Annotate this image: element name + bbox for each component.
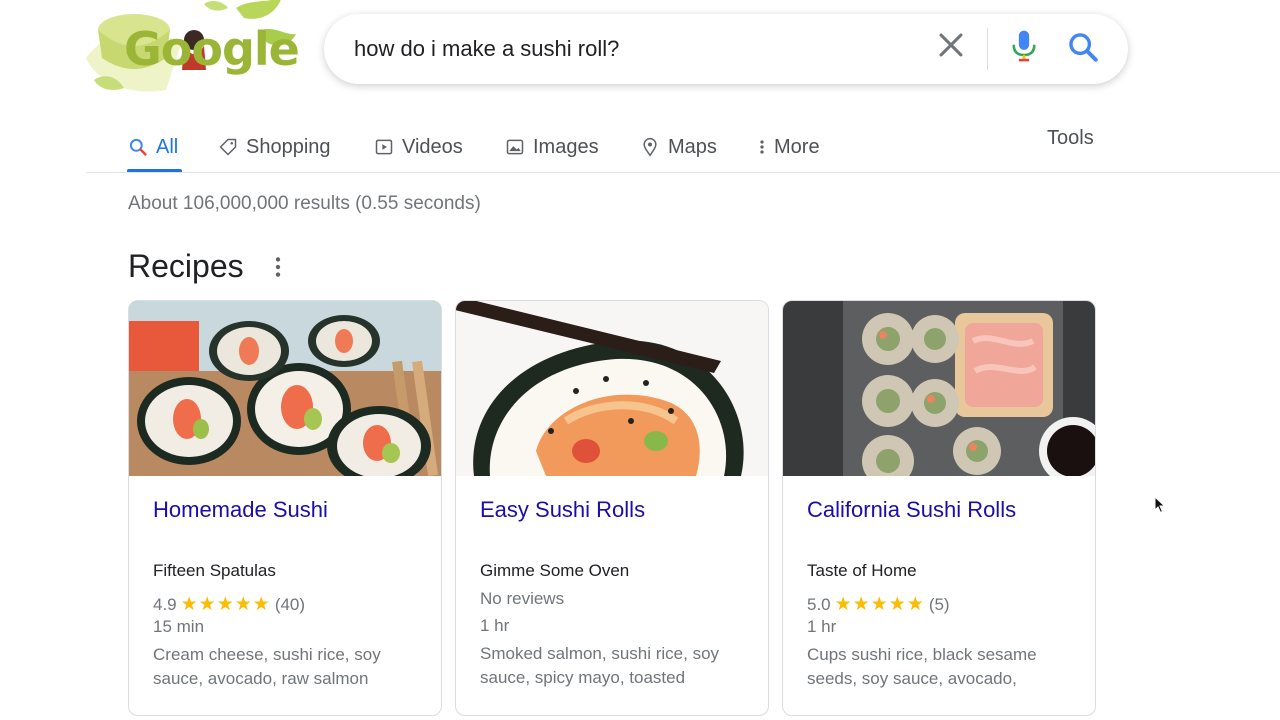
google-doodle-logo[interactable]: Google bbox=[86, 0, 301, 100]
tab-label: Images bbox=[533, 135, 599, 158]
star-rating-icon: ★★★★★ bbox=[834, 594, 925, 615]
recipe-title-link[interactable]: Homemade Sushi bbox=[153, 497, 328, 523]
recipe-source: Fifteen Spatulas bbox=[153, 561, 276, 580]
rating-value: 5.0 bbox=[807, 594, 831, 614]
tools-button[interactable]: Tools bbox=[1047, 127, 1094, 150]
search-icon[interactable] bbox=[1066, 30, 1100, 64]
star-rating-icon: ★★★★★ bbox=[180, 594, 271, 615]
recipe-ingredients: Smoked salmon, sushi rice, soy sauce, sp… bbox=[480, 644, 720, 687]
search-input[interactable] bbox=[354, 34, 914, 64]
recipe-rating: No reviews bbox=[480, 589, 564, 609]
microphone-icon[interactable] bbox=[1008, 28, 1040, 64]
result-stats: About 106,000,000 results (0.55 seconds) bbox=[128, 193, 481, 214]
tabs-divider bbox=[86, 172, 1280, 173]
clear-icon[interactable] bbox=[934, 28, 968, 62]
tab-maps[interactable]: Maps bbox=[640, 122, 717, 172]
tab-label: More bbox=[774, 135, 820, 158]
tab-all[interactable]: All bbox=[128, 122, 178, 172]
mouse-cursor-icon bbox=[1154, 496, 1166, 514]
tab-label: Shopping bbox=[246, 135, 331, 158]
more-vert-icon bbox=[760, 140, 764, 154]
logo-text: Google bbox=[124, 22, 300, 76]
recipe-card[interactable]: California Sushi Rolls Taste of Home 5.0… bbox=[782, 300, 1096, 716]
search-icon bbox=[129, 138, 147, 156]
rating-value: 4.9 bbox=[153, 594, 177, 614]
recipe-title-link[interactable]: Easy Sushi Rolls bbox=[480, 497, 645, 523]
recipe-image bbox=[783, 301, 1095, 476]
review-count: (5) bbox=[928, 594, 950, 614]
recipe-image bbox=[129, 301, 441, 476]
recipe-rating: 5.0 ★★★★★ (5) bbox=[807, 593, 950, 616]
tag-icon bbox=[219, 138, 237, 156]
tab-shopping[interactable]: Shopping bbox=[218, 122, 331, 172]
recipe-ingredients: Cups sushi rice, black sesame seeds, soy… bbox=[807, 645, 1037, 688]
tab-label: All bbox=[156, 135, 179, 158]
recipe-time: 15 min bbox=[153, 617, 205, 636]
recipe-card[interactable]: Homemade Sushi Fifteen Spatulas 4.9 ★★★★… bbox=[128, 300, 442, 716]
review-count: No reviews bbox=[480, 589, 565, 608]
more-vert-icon[interactable] bbox=[268, 254, 288, 280]
recipe-source: Gimme Some Oven bbox=[480, 561, 630, 580]
play-icon bbox=[375, 139, 393, 155]
tab-more[interactable]: More bbox=[758, 122, 820, 172]
pin-icon bbox=[643, 137, 657, 157]
recipe-time: 1 hr bbox=[807, 617, 837, 636]
recipe-source: Taste of Home bbox=[807, 561, 917, 580]
tab-images[interactable]: Images bbox=[505, 122, 599, 172]
recipe-ingredients: Cream cheese, sushi rice, soy sauce, avo… bbox=[153, 645, 381, 688]
search-box-divider bbox=[987, 28, 988, 70]
recipe-title-link[interactable]: California Sushi Rolls bbox=[807, 497, 1016, 523]
recipe-image bbox=[456, 301, 768, 476]
tab-videos[interactable]: Videos bbox=[374, 122, 463, 172]
recipe-time: 1 hr bbox=[480, 616, 510, 635]
tab-label: Videos bbox=[402, 135, 463, 158]
recipes-heading: Recipes bbox=[128, 248, 244, 284]
recipe-card[interactable]: Easy Sushi Rolls Gimme Some Oven No revi… bbox=[455, 300, 769, 716]
tab-label: Maps bbox=[668, 135, 717, 158]
review-count: (40) bbox=[274, 594, 306, 614]
recipe-rating: 4.9 ★★★★★ (40) bbox=[153, 593, 305, 616]
image-icon bbox=[506, 139, 524, 155]
